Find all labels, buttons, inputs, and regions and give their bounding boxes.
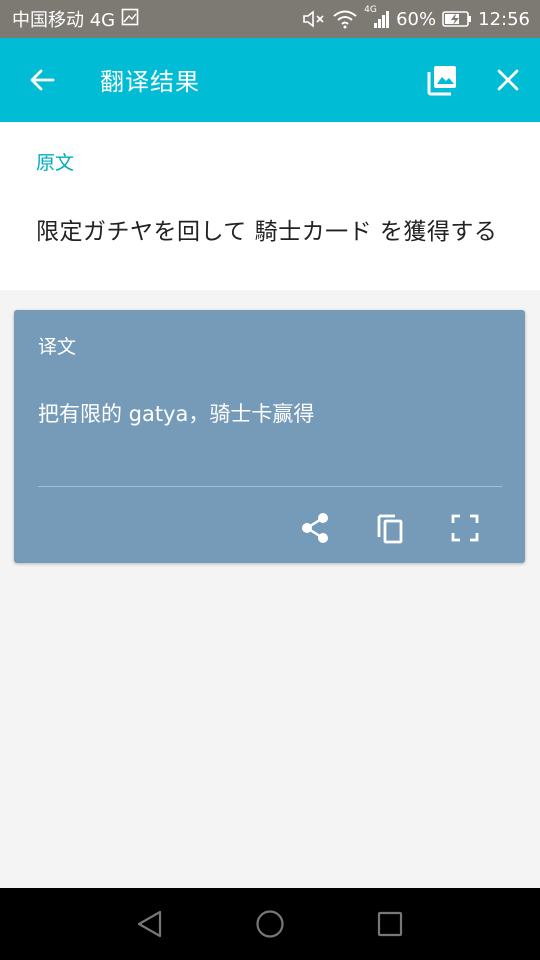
carrier-label: 中国移动 4G [12, 10, 116, 31]
mute-icon [302, 9, 326, 29]
circle-home-icon [256, 910, 284, 938]
gallery-button[interactable] [420, 60, 464, 100]
battery-icon [442, 10, 472, 28]
cell-signal-icon: 4G [364, 5, 390, 29]
fullscreen-icon [451, 514, 479, 542]
share-icon [302, 513, 328, 543]
gallery-icon [427, 66, 456, 96]
triangle-back-icon [137, 910, 162, 938]
status-left: 中国移动 4G [12, 6, 139, 32]
network-badge: 4G [364, 5, 377, 15]
copy-button[interactable] [368, 506, 412, 550]
copy-icon [377, 514, 403, 544]
screen: 中国移动 4G 4G 60% 12:56 翻译结果 原文 限定ガチヤを回して 騎… [0, 0, 540, 960]
source-section: 原文 限定ガチヤを回して 騎士カ一ド を獲得する [0, 122, 540, 290]
nav-recent-button[interactable] [368, 902, 412, 946]
status-bar: 中国移动 4G 4G 60% 12:56 [0, 0, 540, 38]
image-notification-icon [121, 8, 139, 31]
close-button[interactable] [486, 60, 530, 100]
page-title: 翻译结果 [100, 68, 200, 96]
translation-card: 译文 把有限的 gatya，骑士卡赢得 [14, 310, 525, 563]
source-label: 原文 [36, 152, 75, 174]
fullscreen-button[interactable] [443, 506, 487, 550]
nav-home-button[interactable] [248, 902, 292, 946]
source-text: 限定ガチヤを回して 騎士カ一ド を獲得する [36, 219, 498, 245]
wifi-icon [332, 9, 358, 29]
navigation-bar [0, 888, 540, 960]
divider [38, 486, 502, 487]
battery-percent: 60% [396, 8, 437, 30]
status-right: 4G 60% 12:56 [302, 5, 530, 30]
back-button[interactable] [20, 60, 64, 100]
app-bar: 翻译结果 [0, 38, 540, 122]
translation-text: 把有限的 gatya，骑士卡赢得 [38, 402, 315, 426]
translation-label: 译文 [38, 336, 77, 358]
clock: 12:56 [478, 8, 530, 30]
close-icon [497, 69, 519, 91]
nav-back-button[interactable] [128, 902, 172, 946]
square-recent-icon [377, 911, 403, 937]
share-button[interactable] [293, 506, 337, 550]
back-arrow-icon [30, 69, 55, 91]
